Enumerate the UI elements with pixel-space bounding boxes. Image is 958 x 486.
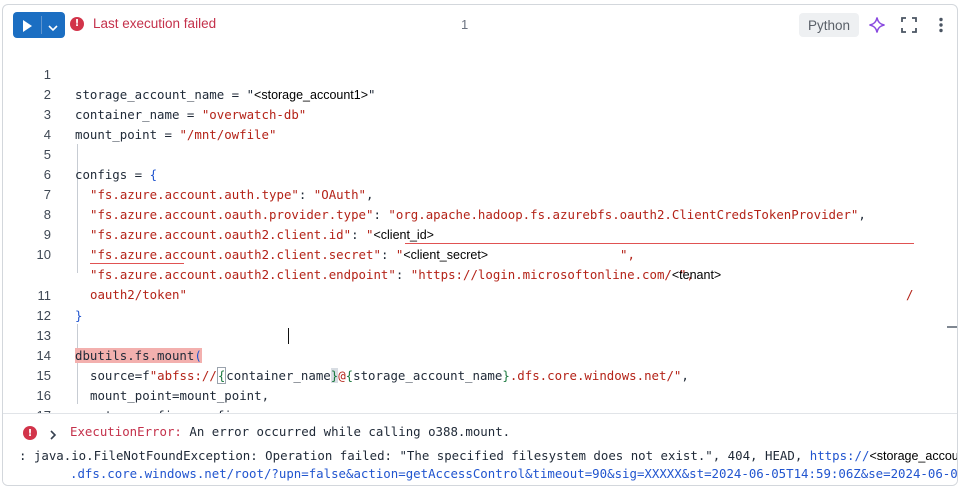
string-literal: "org.apache.hadoop.fs.azurebfs.oauth2.Cl… <box>388 207 859 222</box>
error-link: https:// <box>809 448 870 463</box>
string-literal: / <box>906 287 914 302</box>
string-literal: "/mnt/owfile" <box>179 127 277 142</box>
code-text: , <box>366 187 374 202</box>
expand-chevron-icon[interactable] <box>48 426 58 445</box>
code-line: 10 "fs.azure.account.oauth2.client.endpo… <box>3 225 914 302</box>
code-line-wrapped: oauth2/token" <box>3 245 187 302</box>
redacted-tenant: <tenant> <box>671 268 722 282</box>
bracket: { <box>216 367 227 384</box>
run-button-divider <box>41 16 42 34</box>
code-text: mount_point=mount_point, <box>90 388 270 403</box>
string-literal: "fs.azure.account.oauth2.client.endpoint… <box>90 267 396 282</box>
code-text: configs = <box>75 167 150 182</box>
error-summary: ExecutionError: An error occurred while … <box>70 423 510 441</box>
code-line: 9 "fs.azure.account.oauth2.client.secret… <box>3 205 694 282</box>
error-squiggle <box>405 243 914 244</box>
run-cell-button[interactable] <box>13 12 65 38</box>
execution-status: ! Last execution failed <box>70 16 216 31</box>
highlighted-call: dbutils.fs.mount <box>75 348 195 363</box>
error-detail: : java.io.FileNotFoundException: Operati… <box>19 448 810 463</box>
code-line: 13 dbutils.fs.mount( <box>3 306 202 363</box>
code-text: : <box>380 247 396 262</box>
string-literal: @ <box>338 368 346 383</box>
bracket: ( <box>194 348 202 363</box>
code-line: 15 mount_point=mount_point, <box>3 346 270 403</box>
code-text: , <box>681 368 689 383</box>
string-literal: ", <box>620 247 635 262</box>
code-line: 11 } <box>3 266 83 323</box>
code-line: 3 mount_point = "/mnt/owfile" <box>3 85 277 142</box>
scrollbar-marker[interactable] <box>947 326 957 328</box>
string-literal: "overwatch-db" <box>201 107 307 122</box>
code-line: 7 "fs.azure.account.oauth.provider.type"… <box>3 165 866 222</box>
redacted-client-id: <client_id> <box>373 228 434 242</box>
notebook-cell: ! Last execution failed 1 Python 1 stora… <box>2 4 958 486</box>
indent-guide <box>77 144 78 273</box>
code-line: 14 source=f"abfss://{container_name}@{st… <box>3 326 689 384</box>
code-line: 17 ) <box>3 386 83 443</box>
code-text: mount_point = <box>75 127 180 142</box>
string-literal: "fs.azure.account.oauth2.client.id" <box>90 227 352 242</box>
code-text: : <box>298 187 314 202</box>
string-literal: "fs.azure.account.oauth2.client.secret" <box>90 247 381 262</box>
string-literal: oauth2/token" <box>90 287 187 302</box>
code-text: : <box>373 207 389 222</box>
error-detail-line: : java.io.FileNotFoundException: Operati… <box>19 447 957 465</box>
redacted-client-secret: <client_secret> <box>403 248 489 262</box>
text-cursor <box>288 328 289 344</box>
bracket: } <box>502 368 510 383</box>
assistant-sparkle-icon[interactable] <box>867 15 887 35</box>
code-line: 2 container_name = "overwatch-db" <box>3 65 307 122</box>
code-text: source=f <box>90 368 150 383</box>
play-icon[interactable] <box>21 18 33 37</box>
code-text: : <box>395 267 411 282</box>
error-squiggle <box>90 263 184 264</box>
bracket: } <box>75 308 83 323</box>
string-literal: "abfss:// <box>149 368 217 383</box>
code-text: storage_account_name <box>353 368 503 383</box>
code-line: 5 configs = { <box>3 125 157 182</box>
redacted-storage-account: <storage_account1> <box>254 88 369 102</box>
cell-number: 1 <box>461 17 469 32</box>
code-text: container_name = <box>75 107 202 122</box>
code-text: : <box>351 227 367 242</box>
code-line: 16 extra_configs=configs <box>3 366 247 423</box>
code-text: container_name <box>226 368 331 383</box>
code-line: 1 storage_account_name = "<storage_accou… <box>3 45 376 102</box>
error-icon: ! <box>70 16 84 31</box>
code-line: 4 <box>3 105 51 142</box>
code-line: 6 "fs.azure.account.auth.type": "OAuth", <box>3 145 374 202</box>
language-selector[interactable]: Python <box>799 13 859 37</box>
string-literal: "https://login.microsoftonline.com/ <box>410 267 672 282</box>
string-literal: "fs.azure.account.auth.type" <box>90 187 299 202</box>
error-link[interactable]: .dfs.core.windows.net/root/?upn=false&ac… <box>70 465 957 483</box>
error-message: An error occurred while calling o388.mou… <box>181 424 511 439</box>
error-icon: ! <box>23 426 37 440</box>
cell-output: ! ExecutionError: An error occurred whil… <box>3 413 957 485</box>
code-line: 8 "fs.azure.account.oauth2.client.id": "… <box>3 185 635 262</box>
fullscreen-icon[interactable] <box>899 15 919 35</box>
string-literal: "fs.azure.account.oauth.provider.type" <box>90 207 374 222</box>
code-line: 12 <box>3 286 51 323</box>
code-text: , <box>858 207 866 222</box>
code-text: " <box>368 87 376 102</box>
more-vertical-icon[interactable] <box>931 15 951 35</box>
redacted-storage-account: <storage_account2> <box>869 449 957 463</box>
string-literal: "OAuth" <box>313 187 367 202</box>
bracket: { <box>149 167 158 182</box>
chevron-down-icon[interactable] <box>47 19 59 38</box>
status-text: Last execution failed <box>93 16 217 31</box>
code-text: storage_account_name = " <box>75 87 255 102</box>
string-literal: .dfs.core.windows.net/" <box>509 368 682 383</box>
error-name: ExecutionError: <box>70 424 182 439</box>
